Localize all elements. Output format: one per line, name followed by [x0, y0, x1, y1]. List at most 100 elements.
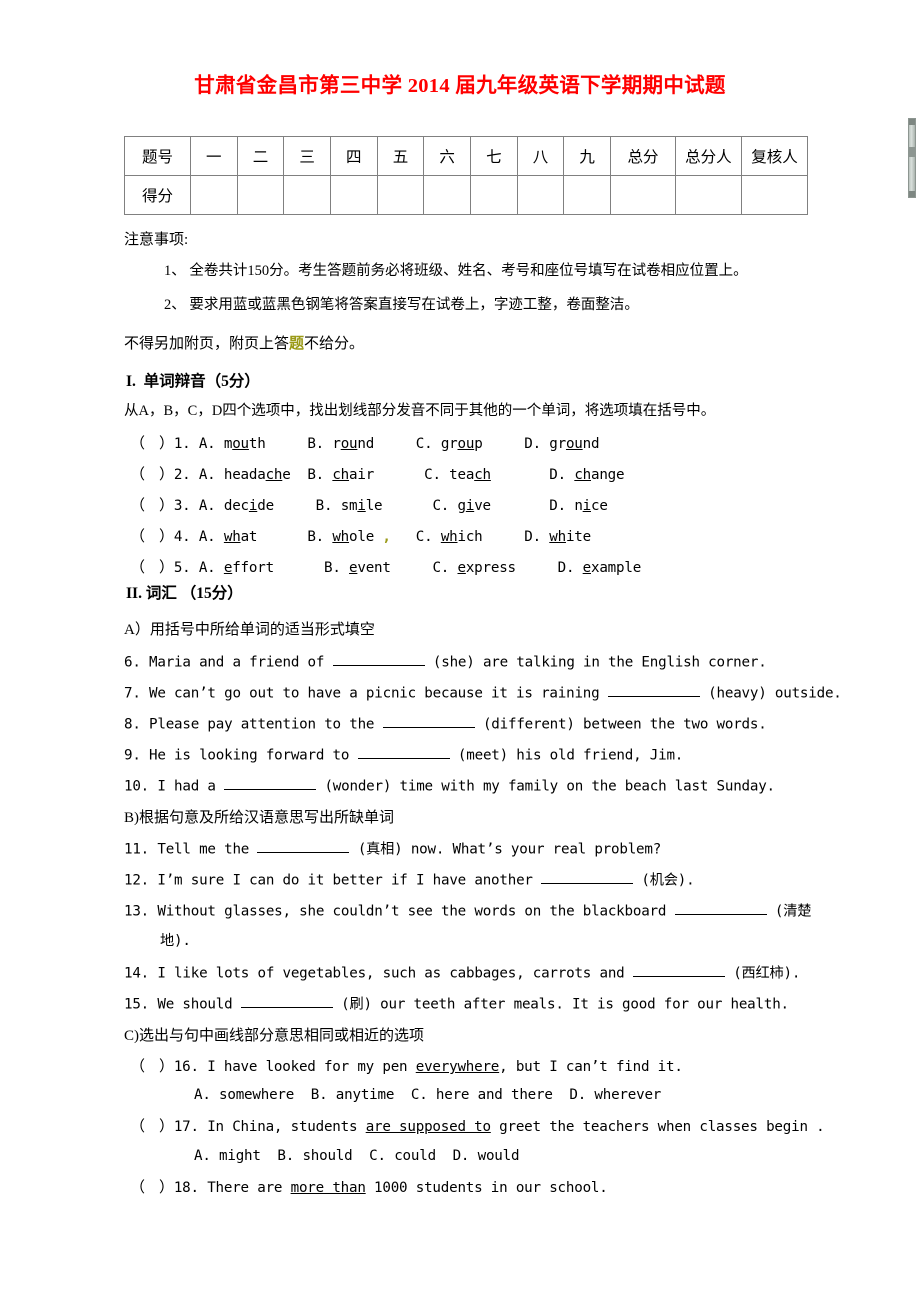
option-letter[interactable]: C.	[416, 529, 433, 545]
scrollbar-cap-top	[909, 119, 915, 125]
option-letter[interactable]: A.	[199, 498, 216, 514]
option-letter[interactable]: D.	[549, 498, 566, 514]
section-2-heading: II. 词汇 （15分）	[126, 585, 243, 602]
question-13-row: 13. Without glasses, she couldn’t see th…	[124, 901, 811, 922]
table-cell-blank[interactable]	[563, 175, 611, 215]
table-cell-blank[interactable]	[610, 175, 676, 215]
option-letter[interactable]: D.	[524, 436, 541, 452]
table-cell-blank[interactable]	[469, 175, 518, 215]
option-letter[interactable]: A.	[199, 560, 216, 576]
table-cell-col-1: 一	[189, 136, 238, 176]
section-1-heading: I. 单词辩音（5分）	[126, 373, 260, 390]
table-cell-blank[interactable]	[674, 175, 742, 215]
option-letter[interactable]: D.	[558, 560, 575, 576]
option-letter[interactable]: B.	[307, 467, 324, 483]
answer-bracket[interactable]: （ ）	[130, 436, 174, 452]
question-5-row: （ ）5. A. effort B. event C. express D. e…	[130, 558, 641, 578]
option-letter[interactable]: D.	[524, 529, 541, 545]
underlined-phrase: are supposed to	[365, 1119, 491, 1135]
question-6-row: 6. Maria and a friend of (she) are talki…	[124, 652, 767, 673]
question-4-row: （ ）4. A. what B. whole , C. which D. whi…	[130, 527, 591, 547]
question-number: 10.	[124, 778, 150, 795]
fill-in-blank[interactable]	[607, 683, 700, 698]
answer-bracket[interactable]: （ ）	[130, 529, 174, 545]
notice-footer: 不得另加附页，附页上答题不给分。	[124, 334, 364, 354]
option-word: effort	[223, 560, 274, 576]
table-cell-col-6: 六	[423, 136, 471, 176]
question-number: 7.	[124, 685, 141, 702]
option-letter[interactable]: A.	[199, 529, 216, 545]
option-word: white	[549, 529, 591, 545]
exam-paper-page: 甘肃省金昌市第三中学 2014 届九年级英语下学期期中试题 题号 一 二 三 四…	[0, 0, 920, 1302]
table-cell-col-total: 总分	[610, 136, 676, 176]
option-letter[interactable]: B.	[307, 436, 324, 452]
question-17-options[interactable]: A. might B. should C. could D. would	[194, 1147, 520, 1166]
table-cell-blank[interactable]	[376, 175, 425, 215]
question-number: 11.	[124, 841, 150, 858]
underlined-phrase: everywhere	[415, 1059, 500, 1075]
question-number: 13.	[124, 903, 150, 920]
question-number: 3.	[173, 498, 191, 514]
table-cell-blank[interactable]	[189, 175, 238, 215]
table-cell-blank[interactable]	[423, 175, 471, 215]
stray-mark: ,	[382, 529, 391, 545]
table-cell-blank[interactable]	[329, 175, 378, 215]
answer-bracket[interactable]: （ ）	[130, 560, 174, 576]
question-2-row: （ ）2. A. headache B. chair C. teach D. c…	[130, 465, 625, 485]
fill-in-blank[interactable]	[257, 839, 350, 854]
question-1-row: （ ）1. A. mouth B. round C. group D. grou…	[130, 434, 600, 454]
option-letter[interactable]: C.	[416, 436, 433, 452]
option-word: event	[349, 560, 391, 576]
fill-in-blank[interactable]	[240, 994, 333, 1009]
answer-bracket[interactable]: （ ）	[130, 1119, 174, 1135]
notice-footer-part-b: 不给分。	[304, 336, 365, 352]
fill-in-blank[interactable]	[332, 652, 425, 667]
option-letter[interactable]: B.	[307, 529, 324, 545]
table-cell-blank[interactable]	[236, 175, 285, 215]
answer-bracket[interactable]: （ ）	[130, 498, 174, 514]
question-14-row: 14. I like lots of vegetables, such as c…	[124, 963, 800, 984]
table-cell-blank[interactable]	[516, 175, 565, 215]
option-word: mouth	[223, 436, 266, 452]
answer-bracket[interactable]: （ ）	[130, 467, 174, 483]
option-letter[interactable]: D.	[549, 467, 566, 483]
option-letter[interactable]: C.	[432, 498, 449, 514]
question-11-row: 11. Tell me the (真相) now. What’s your re…	[124, 839, 661, 860]
fill-in-blank[interactable]	[382, 714, 475, 729]
table-cell-blank[interactable]	[283, 175, 331, 215]
answer-bracket[interactable]: （ ）	[130, 1180, 174, 1196]
section-1-instruction: 从A，B，C，D四个选项中，找出划线部分发音不同于其他的一个单词，将选项填在括号…	[124, 403, 716, 419]
option-word: chair	[332, 467, 375, 483]
option-word: express	[457, 560, 517, 576]
fill-in-blank[interactable]	[357, 745, 450, 760]
table-cell-col-7: 七	[469, 136, 518, 176]
fill-in-blank[interactable]	[541, 870, 634, 885]
option-letter[interactable]: B.	[316, 498, 333, 514]
question-3-row: （ ）3. A. decide B. smile C. give D. nice	[130, 496, 608, 516]
underlined-phrase: more than	[290, 1180, 366, 1196]
vertical-scrollbar[interactable]	[908, 118, 916, 198]
question-16-options[interactable]: A. somewhere B. anytime C. here and ther…	[194, 1086, 661, 1105]
option-word: whole	[332, 529, 375, 545]
option-letter[interactable]: C.	[432, 560, 449, 576]
table-cell-col-4: 四	[329, 136, 378, 176]
option-letter[interactable]: B.	[324, 560, 341, 576]
answer-bracket[interactable]: （ ）	[130, 1059, 174, 1075]
option-letter[interactable]: C.	[424, 467, 441, 483]
notice-heading: 注意事项:	[124, 232, 189, 248]
option-word: round	[332, 436, 375, 452]
table-cell-blank[interactable]	[740, 175, 809, 215]
question-number: 4.	[173, 529, 191, 545]
question-8-row: 8. Please pay attention to the (differen…	[124, 714, 767, 735]
fill-in-blank[interactable]	[674, 901, 767, 916]
score-table: 题号 一 二 三 四 五 六 七 八 九 总分 总分人 复核人 得分	[124, 136, 809, 215]
scrollbar-thumb[interactable]	[909, 147, 915, 157]
table-row-score: 得分	[124, 175, 809, 215]
table-cell-col-scorer: 总分人	[674, 136, 742, 176]
question-number: 1.	[173, 436, 191, 452]
fill-in-blank[interactable]	[224, 776, 317, 791]
table-cell-row-label: 得分	[124, 175, 191, 215]
option-letter[interactable]: A.	[199, 467, 216, 483]
option-letter[interactable]: A.	[199, 436, 216, 452]
fill-in-blank[interactable]	[632, 963, 725, 978]
